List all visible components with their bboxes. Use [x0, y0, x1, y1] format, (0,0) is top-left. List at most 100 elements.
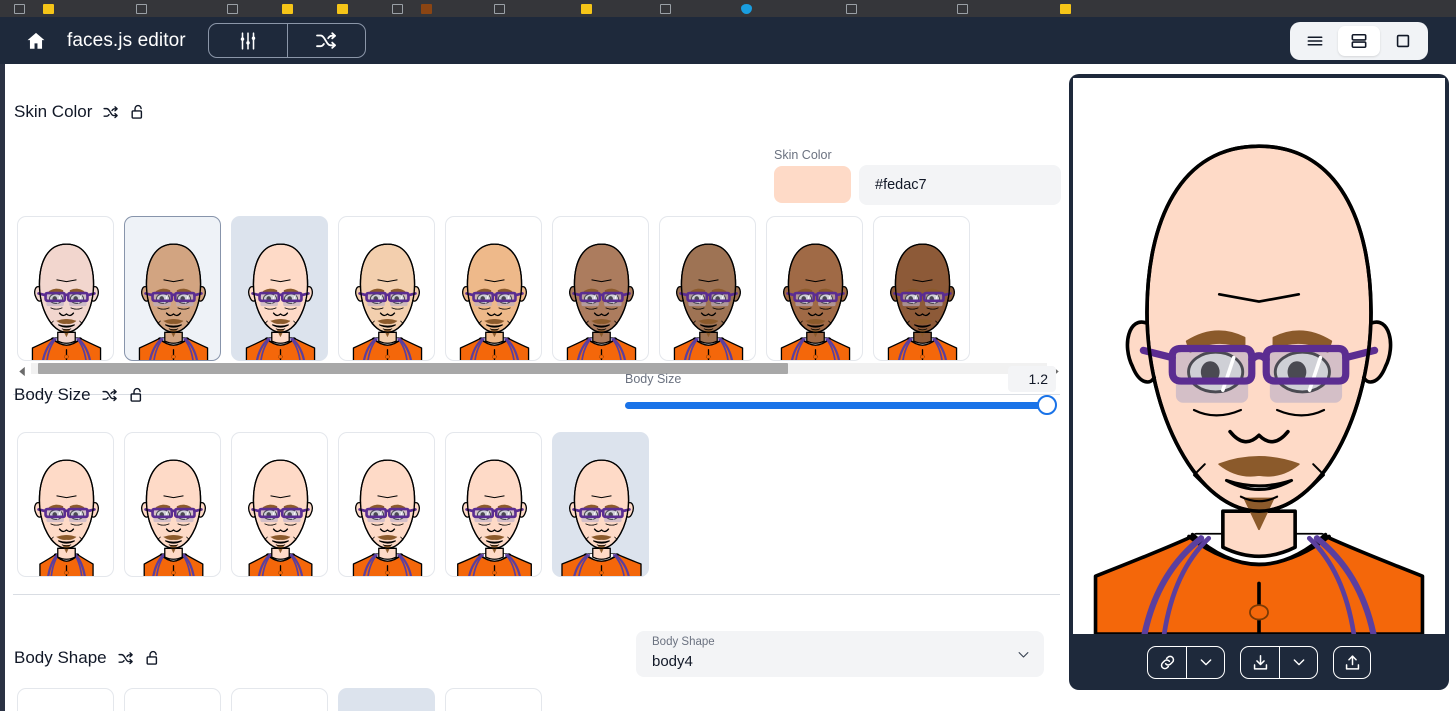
- page-icon: [136, 3, 147, 14]
- bookmark-item[interactable]: [494, 3, 509, 14]
- folder-icon: [43, 3, 54, 14]
- thumbnail-card[interactable]: [445, 688, 542, 711]
- thumbnail-card[interactable]: [17, 216, 114, 361]
- body-shape-select-value: body4: [652, 653, 693, 670]
- app-header: faces.js editor: [0, 17, 1456, 64]
- thumbnail-card[interactable]: [124, 688, 221, 711]
- folder-icon: [282, 3, 293, 14]
- page-icon: [957, 3, 968, 14]
- page-icon: [227, 3, 238, 14]
- thumbnail-card[interactable]: [231, 688, 328, 711]
- thumbnail-card[interactable]: [445, 216, 542, 361]
- sliders-icon[interactable]: [209, 24, 287, 57]
- thumbnail-card[interactable]: [766, 216, 863, 361]
- shuffle-icon[interactable]: [117, 650, 134, 667]
- thumbnail-card[interactable]: [659, 216, 756, 361]
- thumbnail-card[interactable]: [17, 688, 114, 711]
- section-header-skin-color: Skin Color: [14, 102, 146, 122]
- folder-icon: [1060, 3, 1071, 14]
- chevron-down-icon[interactable]: [1016, 647, 1031, 667]
- thumbnail-card[interactable]: [338, 216, 435, 361]
- body-size-value: 1.2: [1008, 366, 1056, 392]
- bookmark-item[interactable]: [957, 3, 972, 14]
- thumbnail-card[interactable]: [124, 216, 221, 361]
- single-view-icon[interactable]: [1382, 26, 1424, 56]
- bookmark-item[interactable]: [1060, 3, 1075, 14]
- bookmark-item[interactable]: [227, 3, 242, 14]
- section-title: Body Size: [14, 385, 91, 404]
- thumbnail-card[interactable]: [17, 432, 114, 577]
- shuffle-icon[interactable]: [102, 104, 119, 121]
- skin-color-swatch[interactable]: [774, 166, 851, 203]
- skin-color-thumbnail-strip: [17, 216, 970, 361]
- slider-fill: [625, 402, 1055, 409]
- thumbnail-card[interactable]: [552, 216, 649, 361]
- folder-icon: [581, 3, 592, 14]
- folder-icon: [337, 3, 348, 14]
- unlock-icon[interactable]: [144, 649, 161, 667]
- mode-button-group: [207, 23, 366, 58]
- editor-panel: Skin Color Skin Color #fedac7 Body Size …: [5, 64, 1061, 711]
- section-header-body-shape: Body Shape: [14, 648, 161, 668]
- body-size-thumbnail-strip: [17, 432, 649, 577]
- section-header-body-size: Body Size: [14, 385, 145, 405]
- bookmark-item[interactable]: [421, 3, 436, 14]
- thumbnail-card[interactable]: [445, 432, 542, 577]
- bookmark-item[interactable]: [741, 3, 756, 14]
- link-icon[interactable]: [1148, 647, 1186, 678]
- bookmark-item[interactable]: [581, 3, 596, 14]
- browser-bookmarks-bar: [0, 0, 1456, 17]
- view-mode-group: [1290, 21, 1428, 60]
- body-shape-thumbnail-strip: [17, 688, 542, 711]
- unlock-icon[interactable]: [128, 386, 145, 404]
- shuffle-icon[interactable]: [101, 387, 118, 404]
- body-shape-select[interactable]: Body Shape body4: [636, 631, 1044, 677]
- page-icon: [14, 3, 25, 14]
- caret-left-icon[interactable]: [17, 364, 28, 382]
- thumbnail-card[interactable]: [338, 688, 435, 711]
- section-divider: [13, 394, 1060, 395]
- bookmark-item[interactable]: [337, 3, 352, 14]
- unlock-icon[interactable]: [129, 103, 146, 121]
- body-size-slider[interactable]: [625, 402, 1055, 409]
- shuffle-icon[interactable]: [286, 24, 365, 57]
- bookmark-item[interactable]: [136, 3, 151, 14]
- bookmark-item[interactable]: [660, 3, 675, 14]
- section-title: Body Shape: [14, 648, 107, 667]
- upload-icon[interactable]: [1333, 645, 1371, 679]
- bookmark-item[interactable]: [282, 3, 297, 14]
- page-icon: [741, 3, 752, 14]
- link-chevron-icon[interactable]: [1186, 646, 1224, 678]
- section-title: Skin Color: [14, 102, 93, 121]
- skin-color-hex-input[interactable]: #fedac7: [859, 165, 1061, 205]
- page-icon: [392, 3, 403, 14]
- preview-panel: [1069, 74, 1449, 690]
- download-button-group: [1240, 645, 1318, 679]
- bookmark-item[interactable]: [846, 3, 861, 14]
- bookmark-item[interactable]: [43, 3, 58, 14]
- bookmark-item[interactable]: [392, 3, 407, 14]
- preview-toolbar: [1069, 634, 1449, 690]
- thumbnail-card[interactable]: [873, 216, 970, 361]
- list-view-icon[interactable]: [1294, 26, 1336, 56]
- thumbnail-card[interactable]: [231, 216, 328, 361]
- thumbnail-card[interactable]: [338, 432, 435, 577]
- download-icon[interactable]: [1241, 647, 1279, 678]
- page-icon: [846, 3, 857, 14]
- thumbnail-card[interactable]: [231, 432, 328, 577]
- page-icon: [494, 3, 505, 14]
- page-title: faces.js editor: [67, 29, 186, 51]
- thumbnail-card[interactable]: [124, 432, 221, 577]
- home-icon[interactable]: [25, 30, 47, 52]
- bookmark-item[interactable]: [14, 3, 29, 14]
- page-icon: [421, 3, 432, 14]
- avatar-preview[interactable]: [1073, 78, 1445, 634]
- skin-color-scrollbar[interactable]: [17, 360, 1061, 377]
- body-shape-select-label: Body Shape: [652, 636, 715, 648]
- link-button-group: [1147, 645, 1225, 679]
- download-chevron-icon[interactable]: [1279, 646, 1317, 678]
- body-size-slider-thumb[interactable]: [1037, 395, 1057, 415]
- split-view-icon[interactable]: [1338, 25, 1380, 56]
- skin-color-label: Skin Color: [774, 148, 832, 162]
- thumbnail-card[interactable]: [552, 432, 649, 577]
